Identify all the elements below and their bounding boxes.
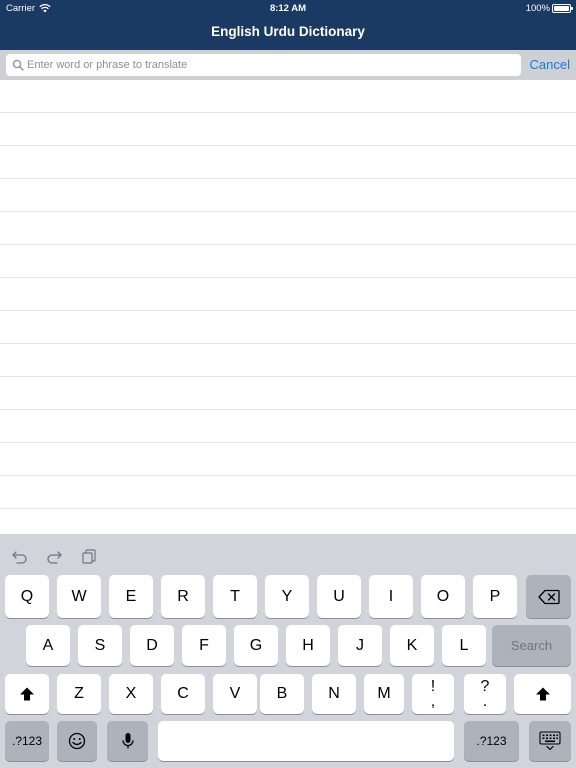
key-u[interactable]: U	[317, 575, 361, 618]
list-item[interactable]	[0, 80, 576, 113]
numbers-key-right[interactable]: .?123	[464, 721, 519, 761]
shift-icon	[20, 687, 34, 701]
battery-percentage: 100%	[525, 3, 550, 14]
list-item[interactable]	[0, 509, 576, 534]
status-time: 8:12 AM	[269, 3, 307, 14]
key-f[interactable]: F	[182, 625, 226, 666]
keyboard-dismiss-icon	[539, 731, 561, 751]
key-z[interactable]: Z	[57, 674, 101, 714]
list-item[interactable]	[0, 476, 576, 509]
search-field[interactable]	[6, 54, 521, 76]
key-exclaim-comma[interactable]: ! ,	[412, 674, 454, 714]
cancel-button[interactable]: Cancel	[530, 57, 570, 72]
key-l[interactable]: L	[442, 625, 486, 666]
list-item[interactable]	[0, 410, 576, 443]
search-bar: Cancel	[0, 50, 576, 80]
key-v[interactable]: V	[213, 674, 257, 714]
shift-icon	[535, 687, 550, 701]
key-j[interactable]: J	[338, 625, 382, 666]
key-t[interactable]: T	[213, 575, 257, 618]
undo-icon[interactable]	[11, 548, 29, 564]
list-item[interactable]	[0, 146, 576, 179]
key-p[interactable]: P	[473, 575, 517, 618]
key-w[interactable]: W	[57, 575, 101, 618]
list-item[interactable]	[0, 377, 576, 410]
key-s[interactable]: S	[78, 625, 122, 666]
key-x[interactable]: X	[109, 674, 153, 714]
search-icon	[12, 59, 24, 71]
backspace-key[interactable]	[526, 575, 571, 618]
list-item[interactable]	[0, 212, 576, 245]
key-comma-bottom: ,	[430, 693, 436, 710]
list-item[interactable]	[0, 113, 576, 146]
list-item[interactable]	[0, 245, 576, 278]
key-a[interactable]: A	[26, 625, 70, 666]
list-item[interactable]	[0, 278, 576, 311]
shift-key-left[interactable]	[5, 674, 49, 714]
key-period-bottom: .	[482, 693, 488, 710]
paste-icon[interactable]	[80, 548, 98, 564]
battery-icon	[552, 4, 573, 13]
navigation-bar: Carrier 8:12 AM 100% English Urdu Dictio…	[0, 0, 576, 50]
key-e[interactable]: E	[109, 575, 153, 618]
key-exclaim-comma-label: ! ,	[430, 677, 436, 710]
key-question-top: ?	[480, 677, 490, 695]
key-y[interactable]: Y	[265, 575, 309, 618]
microphone-icon	[121, 733, 134, 749]
key-c[interactable]: C	[161, 674, 205, 714]
key-question-period[interactable]: ? .	[464, 674, 506, 714]
page-title: English Urdu Dictionary	[211, 24, 365, 39]
list-item[interactable]	[0, 443, 576, 476]
search-key[interactable]: Search	[492, 625, 571, 666]
key-g[interactable]: G	[234, 625, 278, 666]
key-k[interactable]: K	[390, 625, 434, 666]
key-n[interactable]: N	[312, 674, 356, 714]
status-bar: Carrier 8:12 AM 100%	[0, 0, 576, 17]
results-list[interactable]	[0, 80, 576, 534]
emoji-key[interactable]	[57, 721, 97, 761]
emoji-icon	[68, 732, 86, 750]
key-q[interactable]: Q	[5, 575, 49, 618]
key-h[interactable]: H	[286, 625, 330, 666]
key-d[interactable]: D	[130, 625, 174, 666]
search-input[interactable]	[27, 54, 515, 76]
hide-keyboard-key[interactable]	[529, 721, 571, 761]
list-item[interactable]	[0, 344, 576, 377]
space-key[interactable]	[158, 721, 454, 761]
key-b[interactable]: B	[260, 674, 304, 714]
dictation-key[interactable]	[107, 721, 148, 761]
key-o[interactable]: O	[421, 575, 465, 618]
key-i[interactable]: I	[369, 575, 413, 618]
backspace-icon	[537, 589, 560, 604]
keyboard: Q W E R T Y U I O P A S D F G H J K L Se…	[0, 534, 576, 768]
list-item[interactable]	[0, 179, 576, 212]
key-exclaim-top: !	[430, 677, 436, 695]
list-item[interactable]	[0, 311, 576, 344]
key-m[interactable]: M	[364, 674, 404, 714]
key-r[interactable]: R	[161, 575, 205, 618]
numbers-key-left[interactable]: .?123	[5, 721, 49, 761]
shift-key-right[interactable]	[514, 674, 571, 714]
key-question-period-label: ? .	[480, 677, 490, 710]
redo-icon[interactable]	[45, 548, 63, 564]
